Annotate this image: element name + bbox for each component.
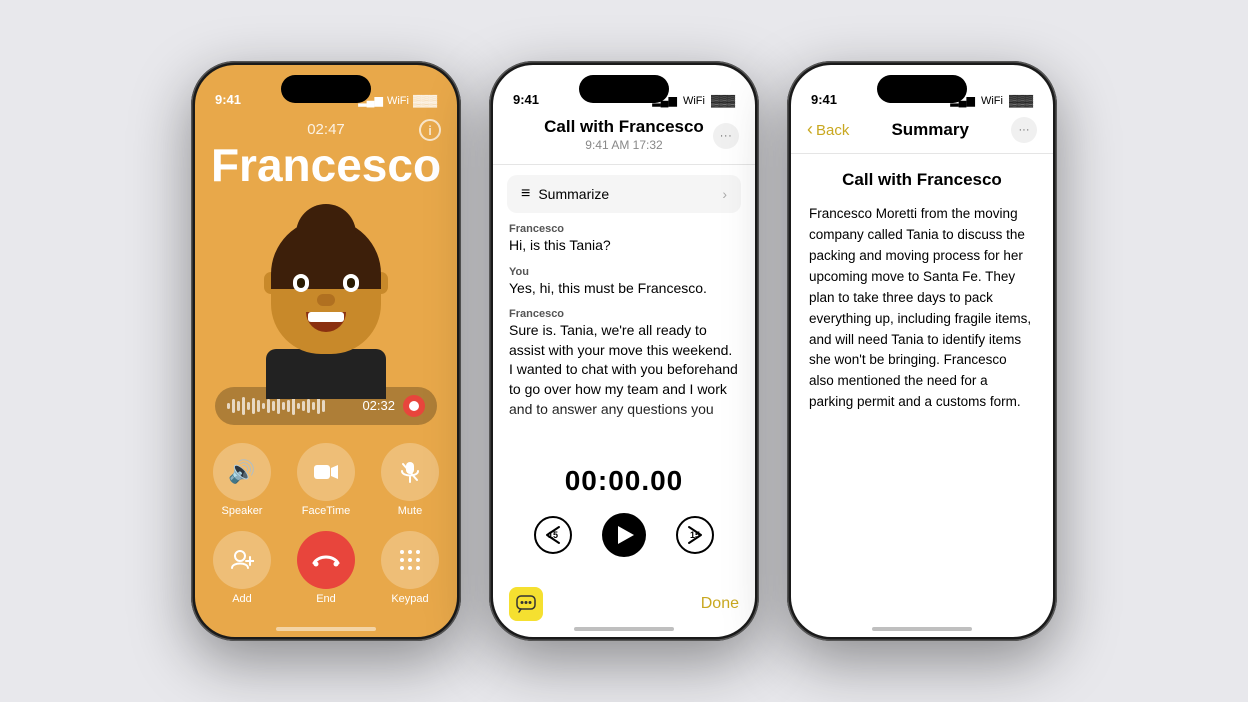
memoji-eye-right bbox=[343, 274, 359, 292]
memoji-hair-top bbox=[296, 204, 356, 244]
transcript-text-2: Sure is. Tania, we're all ready to assis… bbox=[509, 321, 739, 423]
done-button[interactable]: Done bbox=[701, 595, 739, 613]
skip-forward-button[interactable]: 15 bbox=[676, 516, 714, 554]
battery-icon-2: ▓▓▓ bbox=[711, 95, 735, 107]
summary-more-button[interactable]: ··· bbox=[1011, 117, 1037, 143]
keypad-button[interactable]: Keypad bbox=[381, 531, 439, 605]
record-button[interactable] bbox=[403, 395, 425, 417]
memoji-shirt bbox=[266, 349, 386, 399]
transcript-speaker-0: Francesco bbox=[509, 223, 739, 235]
facetime-button[interactable]: FaceTime bbox=[297, 443, 355, 517]
end-label: End bbox=[316, 593, 336, 605]
status-time-1: 9:41 bbox=[215, 84, 241, 107]
speaker-label: Speaker bbox=[222, 505, 263, 517]
play-button[interactable] bbox=[602, 513, 646, 557]
chat-icon-button[interactable] bbox=[509, 587, 543, 621]
wifi-icon-1: WiFi bbox=[387, 95, 409, 107]
playback-controls: 15 15 bbox=[493, 513, 755, 557]
memoji-container bbox=[195, 199, 457, 379]
memoji-teeth bbox=[308, 312, 344, 322]
keypad-label: Keypad bbox=[391, 593, 428, 605]
waveform bbox=[227, 397, 354, 415]
mute-button[interactable]: Mute bbox=[381, 443, 439, 517]
skip-back-button[interactable]: 15 bbox=[534, 516, 572, 554]
back-button[interactable]: ‹ Back bbox=[807, 120, 849, 140]
playback-section: 00:00.00 15 15 bbox=[493, 465, 755, 557]
home-indicator-1 bbox=[276, 627, 376, 631]
end-call-button[interactable]: End bbox=[297, 531, 355, 605]
call-controls: 🔊 Speaker FaceTime bbox=[195, 443, 457, 605]
transcript-subtitle: 9:41 AM 17:32 bbox=[513, 138, 735, 152]
record-indicator bbox=[409, 401, 419, 411]
summarize-button[interactable]: ≡ Summarize › bbox=[507, 175, 741, 213]
keypad-icon bbox=[381, 531, 439, 589]
transcript-message-0: Francesco Hi, is this Tania? bbox=[509, 223, 739, 256]
phone-3: 9:41 ▂▄▆ WiFi ▓▓▓ ‹ Back Summary ··· Cal… bbox=[787, 61, 1057, 641]
back-chevron-icon: ‹ bbox=[807, 119, 813, 140]
mute-label: Mute bbox=[398, 505, 422, 517]
summarize-label: Summarize bbox=[538, 186, 609, 202]
chevron-right-icon: › bbox=[722, 186, 727, 202]
summary-nav-title: Summary bbox=[891, 120, 968, 140]
facetime-label: FaceTime bbox=[302, 505, 351, 517]
summary-text: Francesco Moretti from the moving compan… bbox=[809, 204, 1035, 413]
summary-call-title: Call with Francesco bbox=[809, 170, 1035, 190]
memoji-pupil-left bbox=[297, 278, 305, 288]
add-icon bbox=[213, 531, 271, 589]
transcript-speaker-1: You bbox=[509, 266, 739, 278]
speaker-icon: 🔊 bbox=[213, 443, 271, 501]
mute-icon bbox=[381, 443, 439, 501]
transcript-body: Francesco Hi, is this Tania? You Yes, hi… bbox=[493, 223, 755, 423]
transcript-message-1: You Yes, hi, this must be Francesco. bbox=[509, 266, 739, 299]
transcript-footer: Done bbox=[493, 587, 755, 621]
home-indicator-3 bbox=[872, 627, 972, 631]
summarize-left: ≡ Summarize bbox=[521, 185, 609, 203]
dynamic-island-3 bbox=[877, 75, 967, 103]
wifi-icon-2: WiFi bbox=[683, 95, 705, 107]
phone-1: 9:41 ▂▄▆ WiFi ▓▓▓ i 02:47 Francesco bbox=[191, 61, 461, 641]
transcript-speaker-2: Francesco bbox=[509, 308, 739, 320]
battery-icon-1: ▓▓▓ bbox=[413, 95, 437, 107]
speaker-button[interactable]: 🔊 Speaker bbox=[213, 443, 271, 517]
info-button[interactable]: i bbox=[419, 119, 441, 141]
summarize-icon: ≡ bbox=[521, 185, 530, 203]
memoji-nose bbox=[317, 294, 335, 306]
dynamic-island-1 bbox=[281, 75, 371, 103]
call-buttons-row1: 🔊 Speaker FaceTime bbox=[213, 443, 439, 517]
status-time-2: 9:41 bbox=[513, 84, 539, 107]
transcript-text-1: Yes, hi, this must be Francesco. bbox=[509, 279, 739, 299]
wifi-icon-3: WiFi bbox=[981, 95, 1003, 107]
add-button[interactable]: Add bbox=[213, 531, 271, 605]
transcript-more-button[interactable]: ··· bbox=[713, 123, 739, 149]
phone-2: 9:41 ▂▄▆ WiFi ▓▓▓ Call with Francesco 9:… bbox=[489, 61, 759, 641]
play-icon bbox=[618, 526, 634, 544]
transcript-message-2: Francesco Sure is. Tania, we're all read… bbox=[509, 308, 739, 423]
add-label: Add bbox=[232, 593, 252, 605]
caller-name: Francesco bbox=[195, 140, 457, 191]
memoji-pupil-right bbox=[347, 278, 355, 288]
summary-content: Call with Francesco Francesco Moretti fr… bbox=[791, 154, 1053, 429]
memoji-eye-left bbox=[293, 274, 309, 292]
battery-icon-3: ▓▓▓ bbox=[1009, 95, 1033, 107]
playback-time: 00:00.00 bbox=[493, 465, 755, 497]
home-indicator-2 bbox=[574, 627, 674, 631]
recording-time: 02:32 bbox=[362, 398, 395, 413]
transcript-text-0: Hi, is this Tania? bbox=[509, 236, 739, 256]
back-label: Back bbox=[816, 122, 849, 139]
info-icon: i bbox=[428, 123, 432, 138]
transcript-title: Call with Francesco bbox=[513, 117, 735, 137]
status-time-3: 9:41 bbox=[811, 84, 837, 107]
memoji bbox=[246, 204, 406, 374]
call-buttons-row2: Add End bbox=[213, 531, 439, 605]
end-call-icon bbox=[297, 531, 355, 589]
facetime-icon bbox=[297, 443, 355, 501]
dynamic-island-2 bbox=[579, 75, 669, 103]
